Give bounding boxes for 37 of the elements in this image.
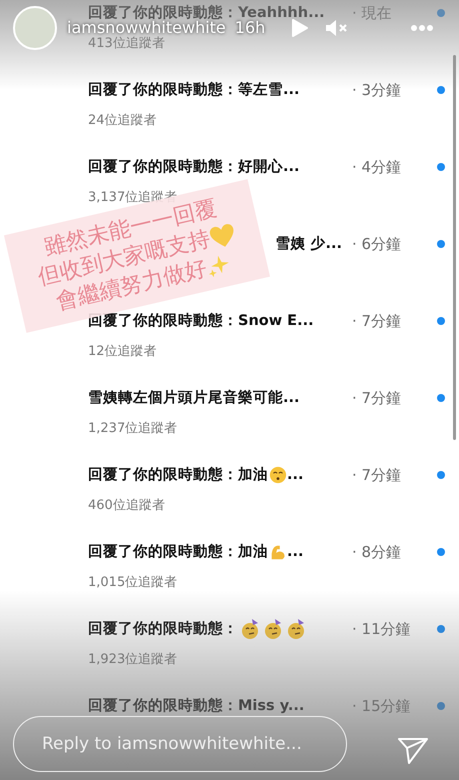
follower-count: 12位追蹤者 [88,345,157,359]
message-time: · 15分鐘 [352,698,412,714]
message-text: 雪姨 少... [275,236,342,252]
message-text: 回覆了你的限時動態：Snow E... [88,313,314,329]
send-icon[interactable] [397,737,429,765]
message-text: 雪姨轉左個片頭片尾音樂可能... [88,390,300,406]
message-time: · 3分鐘 [352,82,402,98]
follower-count: 1,237位追蹤者 [88,422,178,436]
message-text: 回覆了你的限時動態：好開心... [88,159,300,175]
follower-count: 3,137位追蹤者 [88,191,178,205]
message-text: 回覆了你的限時動態：加油 [88,544,268,560]
message-text: 回覆了你的限時動態：Yeahhhh... [88,5,325,21]
message-time: · 6分鐘 [352,236,402,252]
message-time: · 7分鐘 [352,313,402,329]
play-icon[interactable] [291,18,310,38]
message-time: · 4分鐘 [352,159,402,175]
message-text: 回覆了你的限時動態：加油 [88,467,268,483]
reply-field[interactable]: Reply to iamsnowwhitewhite... [13,716,347,772]
ellipsis-text: ... [287,467,304,483]
mute-icon[interactable] [325,18,350,38]
message-time: · 8分鐘 [352,544,402,560]
message-text: 回覆了你的限時動態：Miss y... [88,698,304,714]
message-time: · 現在 [352,5,393,21]
follower-count: 1,923位追蹤者 [88,653,178,667]
follower-count: 1,015位追蹤者 [88,576,178,590]
username[interactable]: iamsnowwhitewhite [67,20,226,36]
message-time: · 7分鐘 [352,390,402,406]
message-text: 回覆了你的限時動態：等左雪... [88,82,300,98]
message-time: · 11分鐘 [352,621,412,637]
message-text: 回覆了你的限時動態： [88,621,238,637]
follower-count: 24位追蹤者 [88,114,157,128]
post-age: 16h [234,20,266,36]
follower-count: 460位追蹤者 [88,499,165,513]
message-time: · 7分鐘 [352,467,402,483]
more-icon[interactable] [411,25,433,31]
follower-count: 413位追蹤者 [88,37,165,51]
ellipsis-text: ... [287,544,304,560]
